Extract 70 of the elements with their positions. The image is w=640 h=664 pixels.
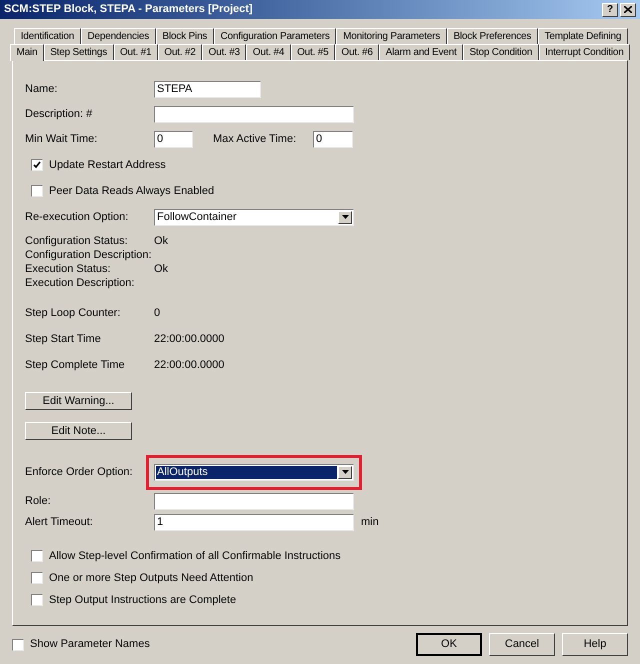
dialog-button[interactable]: Help [562,633,628,656]
field-label: Min Wait Time: [25,132,98,148]
checkbox-label: Peer Data Reads Always Enabled [49,184,214,199]
tab[interactable]: Identification [14,28,81,44]
checkbox[interactable] [31,572,43,584]
field-label: Role: [25,494,52,509]
tab[interactable]: Block Preferences [446,28,538,44]
close-icon[interactable] [624,6,632,13]
checkbox[interactable] [31,159,43,171]
max-active-field[interactable]: 0 [313,131,353,148]
tab[interactable]: Out. #3 [202,44,246,60]
info-label: Step Complete Time [25,358,126,373]
field-label: Alert Timeout: [25,514,94,530]
info-label: Step Loop Counter: [25,306,122,321]
window-title: SCM:STEP Block, STEPA - Parameters [Project] [4,2,254,18]
info-value: 0 [154,306,160,321]
dialog-button[interactable]: OK [416,633,482,656]
checkbox-label: One or more Step Outputs Need Attention [49,570,254,586]
tab[interactable]: Out. #1 [114,44,158,60]
tab[interactable]: Monitoring Parameters [336,28,447,44]
close-button[interactable] [620,2,636,16]
status-value: Ok [154,262,168,277]
checkbox-label: Update Restart Address [49,158,166,173]
field-label: Enforce Order Option: [25,464,134,480]
status-label: Execution Status: [25,262,112,277]
tab[interactable]: Configuration Parameters [214,28,336,44]
dropdown[interactable]: FollowContainer [154,208,354,226]
checkbox[interactable] [31,594,43,606]
dialog-button[interactable]: Cancel [489,633,555,656]
unit-label: min [361,514,379,530]
checkbox-label: Allow Step-level Confirmation of all Confirmable Instructions [49,548,341,564]
tab[interactable]: Main [10,44,44,61]
dropdown[interactable]: AllOutputs [154,464,354,480]
tab[interactable]: Block Pins [156,28,214,44]
description-field[interactable] [154,106,354,123]
tab[interactable]: Interrupt Condition [538,44,630,60]
tab[interactable]: Out. #2 [158,44,202,60]
info-value: 22:00:00.0000 [154,332,224,347]
min-wait-field[interactable]: 0 [154,131,193,148]
tab[interactable]: Out. #5 [290,44,335,60]
checkbox[interactable] [31,550,43,562]
help-button[interactable]: ? [602,2,618,16]
field-label: Max Active Time: [213,132,298,148]
tab[interactable]: Out. #4 [246,44,291,60]
edit-button[interactable]: Edit Note... [25,422,132,440]
edit-button[interactable]: Edit Warning... [25,392,132,410]
status-value: Ok [154,234,168,249]
status-label: Configuration Status: [25,234,129,249]
name-field[interactable]: STEPA [154,81,261,98]
tab[interactable]: Out. #6 [334,44,380,60]
alert-timeout-field[interactable]: 1 [154,514,354,530]
tab[interactable]: Alarm and Event [379,44,464,60]
checkbox[interactable] [12,638,24,650]
tab[interactable]: Dependencies [80,28,156,44]
dropdown-value: FollowContainer [156,210,238,224]
dropdown-value: AllOutputs [156,466,337,478]
tab[interactable]: Step Settings [44,44,114,60]
status-label: Execution Description: [25,276,136,291]
checkbox-label: Step Output Instructions are Complete [49,592,236,608]
info-value: 22:00:00.0000 [154,358,224,373]
status-label: Configuration Description: [25,248,153,263]
field-label: Re-execution Option: [25,210,130,225]
info-label: Step Start Time [25,332,102,347]
checkbox-label: Show Parameter Names [30,637,150,652]
field-label: Name: [25,82,58,98]
role-field[interactable] [154,492,354,510]
tab[interactable]: Template Defining [538,28,628,44]
checkbox[interactable] [31,185,43,197]
tab[interactable]: Stop Condition [463,44,539,60]
field-label: Description: # [25,107,94,122]
